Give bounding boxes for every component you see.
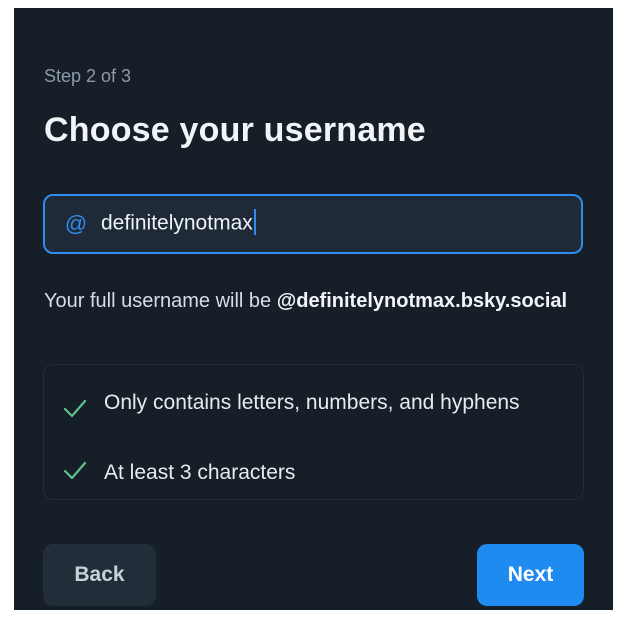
full-username-hint: Your full username will be @definitelyno… bbox=[44, 287, 594, 315]
requirement-text: Only contains letters, numbers, and hyph… bbox=[104, 391, 520, 414]
check-icon bbox=[63, 399, 87, 418]
requirement-item: Only contains letters, numbers, and hyph… bbox=[62, 389, 524, 421]
text-caret bbox=[253, 209, 256, 235]
next-button[interactable]: Next bbox=[477, 544, 584, 606]
username-text: definitelynotmax bbox=[101, 211, 253, 235]
full-username-handle: @definitelynotmax.bsky.social bbox=[276, 290, 568, 312]
requirement-text: At least 3 characters bbox=[104, 461, 296, 484]
requirements-box: Only contains letters, numbers, and hyph… bbox=[43, 364, 584, 500]
at-sign-icon: @ bbox=[64, 211, 88, 236]
page-title: Choose your username bbox=[44, 111, 426, 149]
username-value[interactable]: definitelynotmax bbox=[101, 209, 256, 237]
step-indicator: Step 2 of 3 bbox=[44, 66, 132, 86]
username-input[interactable]: @ definitelynotmax bbox=[43, 194, 583, 254]
check-icon bbox=[63, 461, 87, 480]
full-username-prefix: Your full username will be bbox=[44, 290, 277, 312]
signup-panel: Step 2 of 3 Choose your username @ defin… bbox=[14, 8, 613, 610]
requirement-item: At least 3 characters bbox=[62, 459, 524, 486]
back-button[interactable]: Back bbox=[43, 544, 156, 606]
